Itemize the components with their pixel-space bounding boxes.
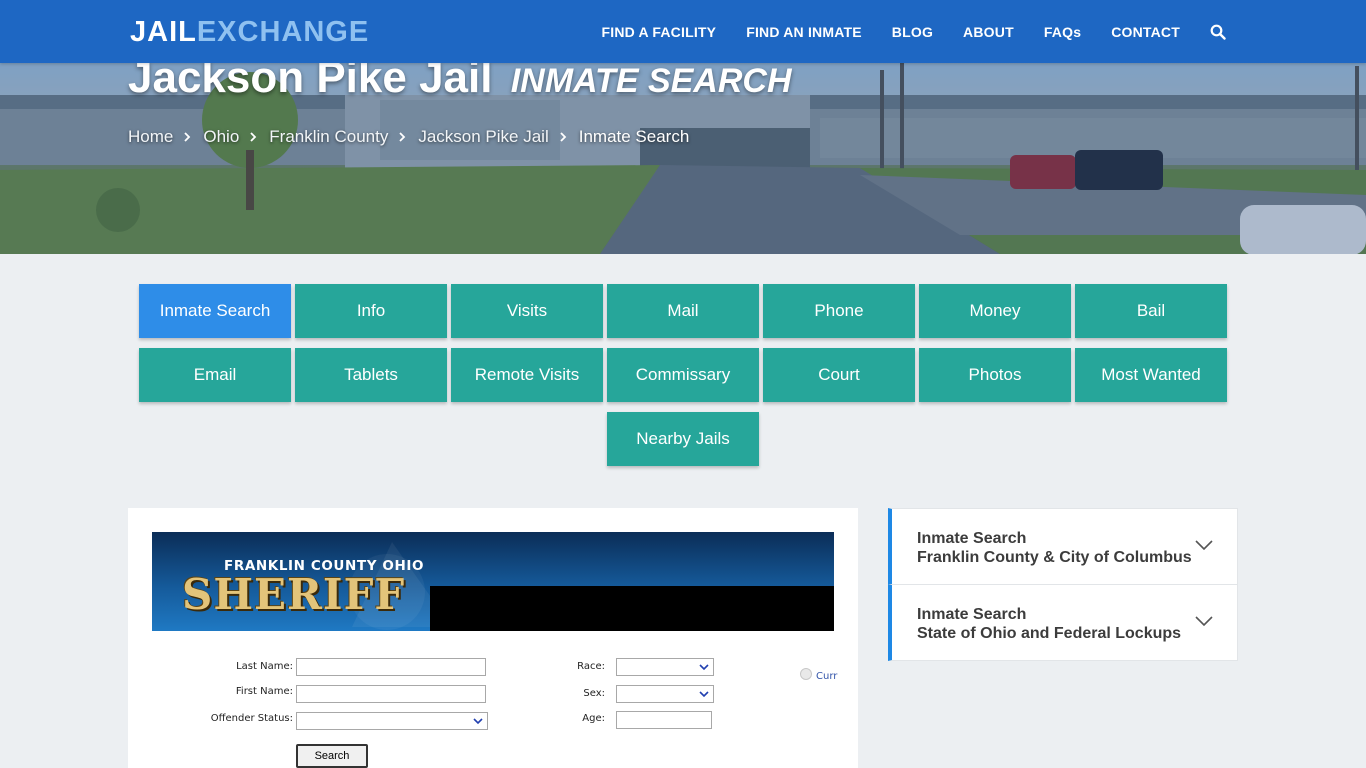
- chevron-down-icon: [1195, 540, 1213, 551]
- accordion-line2: Franklin County & City of Columbus: [917, 549, 1192, 566]
- page-subtitle: INMATE SEARCH: [510, 62, 792, 100]
- search-button[interactable]: Search: [296, 744, 368, 768]
- search-form: Last Name: First Name: Offender Status: …: [128, 648, 858, 768]
- first-name-input[interactable]: [296, 685, 486, 703]
- chevron-right-icon: [184, 132, 191, 142]
- tile-mail[interactable]: Mail: [607, 284, 759, 338]
- offender-status-select[interactable]: [296, 712, 488, 730]
- site-logo[interactable]: JAILEXCHANGE: [130, 15, 369, 49]
- breadcrumb-franklin-county[interactable]: Franklin County: [269, 127, 388, 147]
- tile-remote-visits[interactable]: Remote Visits: [451, 348, 603, 402]
- accordion-line1: Inmate Search: [917, 530, 1027, 547]
- nav-about[interactable]: ABOUT: [963, 24, 1014, 40]
- first-name-label: First Name:: [235, 686, 293, 697]
- breadcrumb-current: Inmate Search: [578, 127, 690, 146]
- current-radio-label: Curr: [816, 671, 838, 682]
- logo-part-jail: JAIL: [130, 16, 197, 48]
- accordion-line1: Inmate Search: [917, 606, 1027, 623]
- nav-faqs[interactable]: FAQs: [1044, 24, 1081, 40]
- search-icon[interactable]: [1210, 24, 1226, 40]
- race-select[interactable]: [616, 658, 714, 676]
- tile-visits[interactable]: Visits: [451, 284, 603, 338]
- accordion-franklin-county[interactable]: Inmate Search Franklin County & City of …: [888, 508, 1238, 585]
- breadcrumb-jackson-pike-jail[interactable]: Jackson Pike Jail: [418, 127, 548, 147]
- race-label: Race:: [577, 661, 605, 672]
- tile-inmate-search[interactable]: Inmate Search: [139, 284, 291, 338]
- top-navbar: JAILEXCHANGE FIND A FACILITY FIND AN INM…: [0, 0, 1366, 63]
- accordion-title: Inmate Search State of Ohio and Federal …: [917, 605, 1181, 643]
- tile-nearby-jails[interactable]: Nearby Jails: [607, 412, 759, 466]
- accordion-title: Inmate Search Franklin County & City of …: [917, 529, 1192, 567]
- chevron-down-icon: [699, 664, 709, 671]
- chevron-down-icon: [1195, 616, 1213, 627]
- nav-contact[interactable]: CONTACT: [1111, 24, 1180, 40]
- offender-status-label: Offender Status:: [210, 713, 293, 724]
- sex-label: Sex:: [583, 688, 605, 699]
- tile-phone[interactable]: Phone: [763, 284, 915, 338]
- tile-info[interactable]: Info: [295, 284, 447, 338]
- sex-select[interactable]: [616, 685, 714, 703]
- chevron-right-icon: [399, 132, 406, 142]
- nav-blog[interactable]: BLOG: [892, 24, 933, 40]
- tile-bail[interactable]: Bail: [1075, 284, 1227, 338]
- chevron-down-icon: [699, 691, 709, 698]
- current-radio[interactable]: [800, 668, 812, 680]
- last-name-input[interactable]: [296, 658, 486, 676]
- nav-find-inmate[interactable]: FIND AN INMATE: [746, 24, 862, 40]
- accordion-state-federal[interactable]: Inmate Search State of Ohio and Federal …: [888, 585, 1238, 661]
- facility-nav-tiles: Inmate Search Info Visits Mail Phone Mon…: [139, 284, 1227, 476]
- inmate-search-card: FRANKLIN COUNTY OHIO SHERIFF Last Name: …: [128, 508, 858, 768]
- chevron-right-icon: [560, 132, 567, 142]
- tile-court[interactable]: Court: [763, 348, 915, 402]
- sidebar: Inmate Search Franklin County & City of …: [888, 508, 1238, 661]
- age-input[interactable]: [616, 711, 712, 729]
- tile-email[interactable]: Email: [139, 348, 291, 402]
- breadcrumb-home[interactable]: Home: [128, 127, 173, 147]
- tile-row: Email Tablets Remote Visits Commissary C…: [139, 348, 1227, 402]
- tile-row: Inmate Search Info Visits Mail Phone Mon…: [139, 284, 1227, 338]
- nav-menu: FIND A FACILITY FIND AN INMATE BLOG ABOU…: [571, 0, 1226, 63]
- age-label: Age:: [582, 713, 605, 724]
- tile-money[interactable]: Money: [919, 284, 1071, 338]
- last-name-label: Last Name:: [236, 661, 293, 672]
- logo-part-exchange: EXCHANGE: [196, 16, 370, 48]
- banner-black-area: [430, 586, 834, 631]
- breadcrumb: Home Ohio Franklin County Jackson Pike J…: [128, 127, 689, 147]
- banner-sheriff-text: SHERIFF: [182, 570, 406, 619]
- chevron-right-icon: [250, 132, 257, 142]
- tile-tablets[interactable]: Tablets: [295, 348, 447, 402]
- nav-find-facility[interactable]: FIND A FACILITY: [601, 24, 716, 40]
- tile-row: Nearby Jails: [139, 412, 1227, 466]
- breadcrumb-ohio[interactable]: Ohio: [203, 127, 239, 147]
- tile-commissary[interactable]: Commissary: [607, 348, 759, 402]
- sheriff-banner: FRANKLIN COUNTY OHIO SHERIFF: [152, 532, 834, 631]
- accordion-line2: State of Ohio and Federal Lockups: [917, 625, 1182, 642]
- tile-most-wanted[interactable]: Most Wanted: [1075, 348, 1227, 402]
- tile-photos[interactable]: Photos: [919, 348, 1071, 402]
